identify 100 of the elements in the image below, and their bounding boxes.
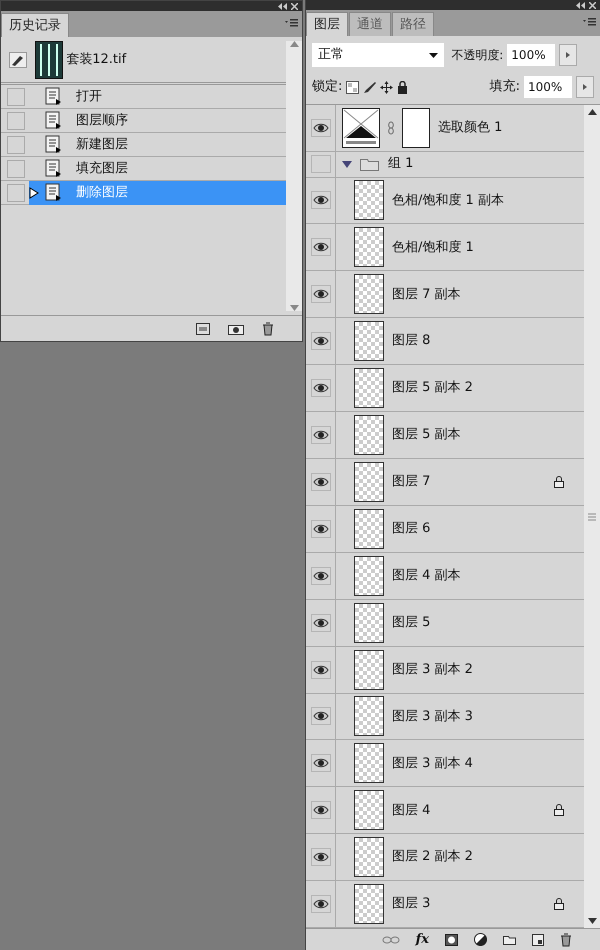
history-item[interactable]: 填充图层 bbox=[29, 156, 286, 180]
history-checkbox[interactable] bbox=[7, 112, 25, 130]
layer-thumbnail bbox=[354, 415, 384, 456]
blend-mode-dropdown[interactable]: 正常 bbox=[312, 43, 444, 67]
close-icon[interactable] bbox=[291, 2, 298, 10]
history-state-icon bbox=[45, 111, 62, 130]
opacity-stepper[interactable] bbox=[559, 44, 578, 66]
new-layer-icon[interactable] bbox=[532, 934, 544, 946]
layer-row[interactable]: 图层 7 副本 bbox=[336, 271, 584, 318]
panel-tab[interactable]: 图层 bbox=[306, 12, 348, 36]
history-state-icon bbox=[45, 135, 62, 154]
half-circle-icon[interactable] bbox=[474, 933, 487, 946]
layer-thumbnail bbox=[354, 650, 384, 690]
history-checkbox[interactable] bbox=[7, 136, 25, 154]
layer-thumbnail bbox=[354, 556, 384, 596]
history-state-icon bbox=[45, 87, 62, 106]
fx-button[interactable]: fx bbox=[416, 930, 429, 950]
layer-row[interactable]: 图层 3 bbox=[336, 881, 584, 928]
visibility-toggle[interactable] bbox=[310, 191, 330, 210]
new-document-icon[interactable] bbox=[196, 322, 210, 334]
layer-row[interactable]: 选取颜色 1 bbox=[336, 105, 584, 151]
layer-thumbnail bbox=[354, 743, 384, 784]
visibility-toggle[interactable] bbox=[310, 660, 330, 679]
history-checkbox[interactable] bbox=[7, 88, 25, 106]
visibility-toggle[interactable] bbox=[310, 118, 330, 137]
layer-row[interactable]: 色相/饱和度 1 副本 bbox=[336, 178, 584, 224]
history-brush-icon[interactable] bbox=[9, 52, 27, 68]
opacity-field[interactable]: 100% bbox=[507, 44, 556, 66]
chain-icon bbox=[388, 120, 394, 135]
checkerboard-icon[interactable] bbox=[346, 80, 360, 94]
move-icon[interactable] bbox=[380, 80, 394, 94]
layer-row[interactable]: 图层 3 副本 2 bbox=[336, 646, 584, 692]
visibility-toggle[interactable] bbox=[310, 332, 330, 350]
camera-icon[interactable] bbox=[228, 322, 244, 334]
layer-thumbnail bbox=[354, 884, 384, 924]
scroll-thumb-grip-icon[interactable] bbox=[588, 512, 596, 520]
opacity-label: 不透明度: bbox=[451, 47, 504, 64]
visibility-toggle[interactable] bbox=[310, 155, 330, 174]
layer-row[interactable]: 图层 5 副本 bbox=[336, 412, 584, 458]
visibility-toggle[interactable] bbox=[310, 472, 330, 491]
visibility-toggle[interactable] bbox=[310, 379, 330, 398]
history-item[interactable]: 打开 bbox=[29, 84, 286, 108]
visibility-toggle[interactable] bbox=[310, 238, 330, 256]
snapshot-thumbnail bbox=[35, 40, 63, 78]
arrow-right-icon bbox=[566, 52, 570, 58]
layer-row[interactable]: 图层 5 副本 2 bbox=[336, 365, 584, 412]
layer-thumbnail bbox=[354, 508, 384, 549]
panel-tab[interactable]: 路径 bbox=[392, 12, 434, 36]
layer-row[interactable]: 图层 8 bbox=[336, 318, 584, 364]
layer-row[interactable]: 图层 3 副本 4 bbox=[336, 740, 584, 786]
disclosure-triangle-icon[interactable] bbox=[342, 160, 352, 168]
close-icon[interactable] bbox=[589, 2, 596, 8]
layer-row[interactable]: 色相/饱和度 1 bbox=[336, 224, 584, 270]
visibility-toggle[interactable] bbox=[310, 520, 330, 538]
layer-row[interactable]: 图层 6 bbox=[336, 506, 584, 552]
visibility-toggle[interactable] bbox=[310, 848, 330, 866]
scroll-down-icon[interactable] bbox=[588, 918, 596, 924]
history-checkbox[interactable] bbox=[7, 160, 25, 178]
lock-label: 锁定: bbox=[312, 78, 342, 96]
visibility-toggle[interactable] bbox=[310, 566, 330, 585]
history-state-icon bbox=[45, 159, 62, 178]
visibility-toggle[interactable] bbox=[310, 614, 330, 632]
layer-thumbnail bbox=[354, 180, 384, 220]
visibility-toggle[interactable] bbox=[310, 707, 330, 726]
mask-thumbnail bbox=[402, 108, 430, 148]
layer-row[interactable]: 图层 7 bbox=[336, 458, 584, 505]
history-checkbox[interactable] bbox=[7, 184, 25, 202]
link-icon[interactable] bbox=[382, 936, 400, 944]
layer-row[interactable]: 图层 3 副本 3 bbox=[336, 694, 584, 740]
scrollbar[interactable] bbox=[584, 105, 600, 928]
layer-thumbnail bbox=[354, 790, 384, 830]
layer-row[interactable]: 图层 4 副本 bbox=[336, 552, 584, 599]
visibility-toggle[interactable] bbox=[310, 801, 330, 820]
brush-icon[interactable] bbox=[363, 80, 376, 94]
visibility-toggle[interactable] bbox=[310, 285, 330, 304]
history-item[interactable]: 图层顺序 bbox=[29, 108, 286, 132]
panel-tab[interactable]: 历史记录 bbox=[1, 13, 69, 37]
history-item[interactable]: 新建图层 bbox=[29, 132, 286, 156]
trash-icon[interactable] bbox=[560, 932, 572, 946]
panel-menu-icon[interactable] bbox=[284, 17, 299, 28]
layer-thumbnail bbox=[354, 274, 384, 314]
fill-field[interactable]: 100% bbox=[524, 76, 572, 98]
folder-icon[interactable] bbox=[503, 934, 516, 944]
panel-tab[interactable]: 通道 bbox=[349, 12, 391, 36]
lock-icon[interactable] bbox=[397, 80, 408, 94]
visibility-toggle[interactable] bbox=[310, 895, 330, 914]
fill-label: 填充: bbox=[490, 78, 520, 96]
snapshot-name[interactable]: 套装12.tif bbox=[66, 50, 126, 70]
fill-stepper[interactable] bbox=[576, 76, 594, 98]
trash-icon[interactable] bbox=[262, 322, 274, 336]
layer-row[interactable]: 图层 2 副本 2 bbox=[336, 834, 584, 880]
visibility-toggle[interactable] bbox=[310, 426, 330, 444]
visibility-toggle[interactable] bbox=[310, 754, 330, 772]
scroll-up-icon[interactable] bbox=[588, 109, 596, 115]
mask-icon[interactable] bbox=[445, 934, 458, 946]
layer-row[interactable]: 组 1 bbox=[336, 152, 584, 177]
panel-menu-icon[interactable] bbox=[582, 16, 597, 27]
layer-thumbnail bbox=[354, 837, 384, 878]
layer-row[interactable]: 图层 4 bbox=[336, 787, 584, 834]
layer-row[interactable]: 图层 5 bbox=[336, 600, 584, 646]
